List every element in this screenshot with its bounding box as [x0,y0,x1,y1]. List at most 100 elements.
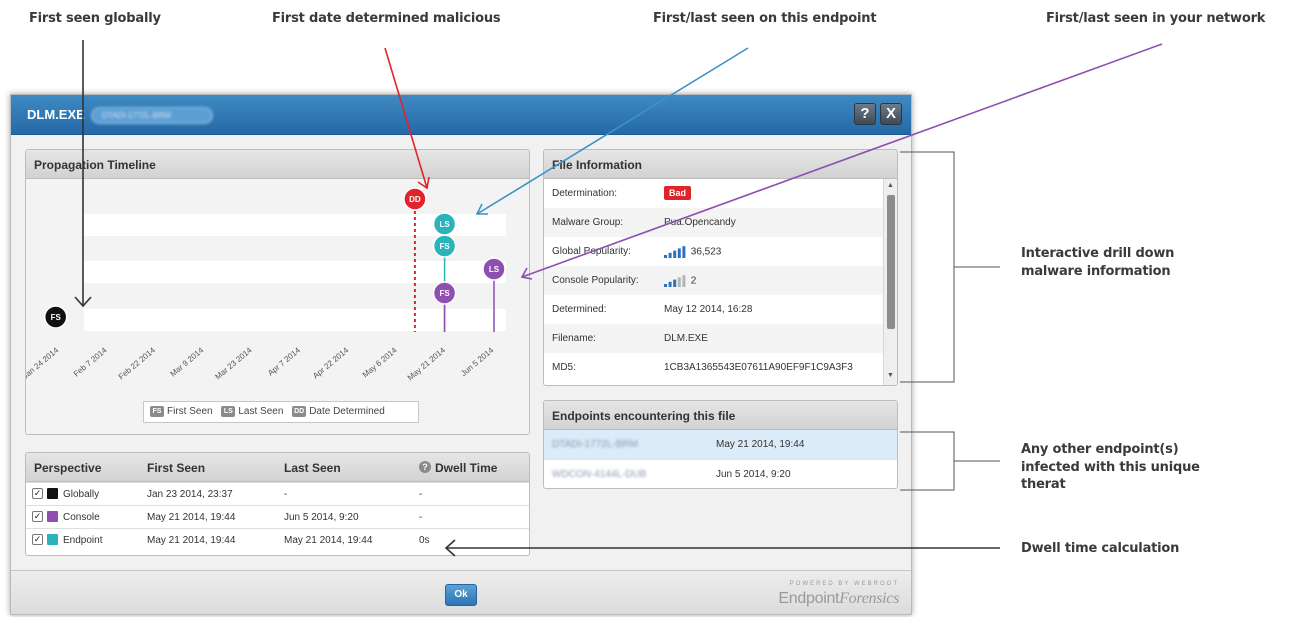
row-dwell: 0s [419,535,430,546]
col-first-seen: First Seen [147,461,206,475]
propagation-timeline-panel: Propagation Timeline Jan 24 2014 Feb 7 20… [25,149,530,435]
callout-first-date-malicious: First date determined malicious [272,11,501,26]
file-information-title: File Information [544,150,897,179]
brand-tagline: POWERED BY WEBROOT [789,581,899,587]
list-item: Console Popularity: 2 [544,266,883,295]
x-tick-label: Apr 7 2014 [266,345,302,377]
row-dwell: - [419,512,423,523]
file-information-panel: File Information Determination: Bad Malw… [543,149,898,386]
date-determined-legend-icon: DD [292,406,307,417]
signal-bars-icon [664,275,686,287]
close-button[interactable]: X [880,103,902,125]
col-dwell-time: Dwell Time [435,461,498,475]
console-color-swatch [47,511,58,522]
list-item: Determination: Bad [544,179,883,208]
x-tick-label: Mar 9 2014 [168,345,205,378]
endpoint-date: Jun 5 2014, 9:20 [716,469,791,480]
x-tick-label: Jan 24 2014 [26,345,61,381]
malware-group-value: Pua.Opencandy [664,217,736,228]
info-icon[interactable]: ? [419,461,431,473]
callout-first-seen-globally: First seen globally [29,11,161,26]
row-first-seen: Jan 23 2014, 23:37 [147,489,233,500]
x-tick-label: Feb 22 2014 [117,345,158,381]
callout-first-last-endpoint: First/last seen on this endpoint [653,11,877,26]
event-marker-label: DD [409,195,421,204]
signal-bar [664,284,667,287]
console-popularity-label: Console Popularity: [552,275,639,286]
determined-value: May 12 2014, 16:28 [664,304,753,315]
determined-label: Determined: [552,304,607,315]
determination-label: Determination: [552,188,618,199]
row-last-seen: May 21 2014, 19:44 [284,535,373,546]
console-popularity-value: 2 [690,275,697,287]
row-perspective: Endpoint [63,535,103,546]
scroll-down-icon[interactable]: ▼ [887,372,894,379]
brand-logo: EndpointForensics [778,590,899,608]
endpoint-row[interactable]: DTADI-1772L-BRM May 21 2014, 19:44 [544,430,897,459]
endpoint-name-pill: DTADI-1772L-BRM [91,107,213,124]
event-marker-label: LS [489,265,500,274]
row-dwell: - [419,489,423,500]
brand-name: Endpoint [778,590,840,607]
signal-bar [664,255,667,258]
ok-button[interactable]: Ok [445,584,477,606]
first-seen-legend-icon: FS [150,406,164,417]
signal-bar [668,281,672,287]
scroll-up-icon[interactable]: ▲ [887,182,894,189]
x-tick-label: May 6 2014 [361,345,399,379]
globally-color-swatch [47,488,58,499]
x-tick-label: Mar 23 2014 [213,345,254,381]
endpoint-name: WDCON-4144L-DUB [552,469,647,480]
legend-date-determined: Date Determined [309,406,385,417]
signal-bar [668,252,672,258]
brand-suffix: Forensics [839,590,899,607]
callout-other-endpoints: Any other endpoint(s) infected with this… [1021,442,1200,493]
endpoint-row[interactable]: WDCON-4144L-DUB Jun 5 2014, 9:20 [544,459,897,488]
timeline-plot-area: Jan 24 2014 Feb 7 2014 Feb 22 2014 Mar 9 20… [26,179,529,434]
signal-bar [682,275,686,287]
row-first-seen: May 21 2014, 19:44 [147,512,236,523]
signal-bar [677,277,681,287]
col-perspective: Perspective [34,461,102,475]
console-checkbox[interactable]: ✓ [32,511,43,522]
malware-group-label: Malware Group: [552,217,624,228]
endpoints-panel: Endpoints encountering this file DTADI-1… [543,400,898,489]
x-tick-label: May 21 2014 [406,345,448,382]
table-row: ✓ Endpoint May 21 2014, 19:44 May 21 201… [26,528,529,551]
scroll-thumb[interactable] [887,195,895,329]
file-details-dialog: DLM.EXE DTADI-1772L-BRM ? X Propagation … [10,94,912,615]
table-row: ✓ Globally Jan 23 2014, 23:37 - - [26,482,529,505]
callout-drill-down: Interactive drill down malware informati… [1021,246,1175,279]
row-first-seen: May 21 2014, 19:44 [147,535,236,546]
signal-bar [673,279,677,287]
propagation-timeline-title: Propagation Timeline [26,150,529,179]
list-item: Malware Group: Pua.Opencandy [544,208,883,237]
x-tick-label: Jun 5 2014 [459,345,496,378]
row-perspective: Console [63,512,100,523]
endpoint-color-swatch [47,534,58,545]
signal-bars-icon [664,246,686,258]
legend-last-seen: Last Seen [238,406,284,417]
file-information-list: Determination: Bad Malware Group: Pua.Op… [544,179,883,385]
event-marker-label: FS [51,313,62,322]
perspective-header-row: Perspective First Seen Last Seen ? Dwell… [26,453,529,482]
dialog-footer: Ok POWERED BY WEBROOT EndpointForensics [11,570,911,614]
col-last-seen: Last Seen [284,461,341,475]
endpoints-title: Endpoints encountering this file [544,401,897,430]
md5-value: 1CB3A1365543E07611A90EF9F1C9A3F3 [664,362,853,373]
file-info-scrollbar[interactable]: ▲ ▼ [883,179,897,385]
filename-value: DLM.EXE [664,333,708,344]
row-last-seen: - [284,489,288,500]
signal-bar [677,248,681,258]
help-button[interactable]: ? [854,103,876,125]
callout-first-last-network: First/last seen in your network [1046,11,1266,26]
event-marker-label: FS [439,289,450,298]
globally-checkbox[interactable]: ✓ [32,488,43,499]
list-item: Determined: May 12 2014, 16:28 [544,295,883,324]
last-seen-legend-icon: LS [221,406,236,417]
event-marker-label: LS [439,220,450,229]
endpoint-checkbox[interactable]: ✓ [32,534,43,545]
endpoint-name: DTADI-1772L-BRM [552,439,638,450]
perspective-table: Perspective First Seen Last Seen ? Dwell… [25,452,530,556]
x-tick-label: Apr 22 2014 [311,345,351,380]
